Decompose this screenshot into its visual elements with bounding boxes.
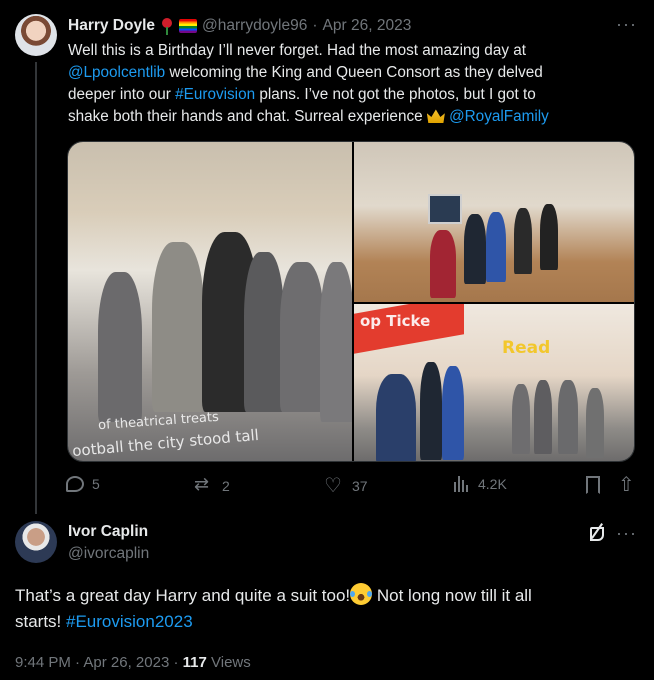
heart-icon [324,473,344,497]
tweet-meta: 9:44 PM · Apr 26, 2023 · 117 Views [15,654,251,671]
text-run: shake both their hands and chat. Surreal… [68,108,427,125]
photo-sign-text: op Ticke [360,312,431,330]
reply-button[interactable]: 5 [66,476,100,492]
avatar[interactable] [15,14,57,56]
photo-royal-visit[interactable] [354,142,634,302]
photo-person [420,362,442,460]
photo-group-portrait[interactable]: of theatrical treats ootball the city st… [68,142,352,461]
thread-connector-line [35,62,37,514]
text-line: @Lpoolcentlib welcoming the King and Que… [68,62,638,84]
photo-library-reading[interactable]: op Ticke Read [354,304,634,461]
text-run: Well this is a Birthday I’ll never forge… [68,42,526,59]
joy-emoji-icon [350,583,373,605]
separator-dot: · [173,654,179,671]
text-run: deeper into our [68,86,176,103]
photo-person [586,388,604,458]
bookmark-button[interactable] [586,476,600,494]
photo-person [512,384,530,454]
hashtag-link[interactable]: #Eurovision [175,86,255,103]
text-run: plans. I’ve not got the photos, but I go… [255,86,536,103]
hashtag-link[interactable]: #Eurovision2023 [66,612,193,631]
photo-person [376,374,416,461]
tweet-harry-doyle[interactable]: Harry Doyle @harrydoyle96 · Apr 26, 2023… [0,0,654,514]
photo-sign-text: Read [502,338,551,358]
mention-link[interactable]: @Lpoolcentlib [68,64,165,81]
repost-icon [194,474,214,496]
crown-emoji-icon [426,109,445,123]
text-line: Well this is a Birthday I’ll never forge… [68,40,638,62]
mention-link[interactable]: @RoyalFamily [449,108,549,125]
photo-person [320,262,352,422]
author-name[interactable]: Ivor Caplin [68,523,148,541]
share-icon [617,472,637,496]
tweet-date[interactable]: Apr 26, 2023 [83,654,169,671]
photo-person [486,212,506,282]
tweet-actions: 5 2 37 4.2K [66,472,637,498]
photo-person [464,214,486,284]
reply-count: 5 [92,476,100,492]
text-line: deeper into our #Eurovision plans. I’ve … [68,84,638,106]
author-handle[interactable]: @ivorcaplin [68,545,149,563]
tweet-time[interactable]: 9:44 PM [15,654,71,671]
photo-person [442,366,464,460]
photo-person [514,208,532,274]
like-button[interactable]: 37 [324,473,368,497]
photo-screen [428,194,462,224]
text-line: starts! #Eurovision2023 [15,609,640,635]
bar-chart-icon [454,476,470,492]
bookmark-icon [586,476,600,494]
photo-person [558,380,578,454]
photo-person [244,252,284,412]
tweet-date[interactable]: Apr 26, 2023 [323,17,412,35]
rainbow-flag-emoji-icon [179,19,198,33]
text-run: welcoming the King and Queen Consort as … [165,64,543,81]
text-line: shake both their hands and chat. Surreal… [68,106,638,128]
photo-person [98,272,142,422]
views-button[interactable]: 4.2K [454,476,507,492]
photo-person [430,230,456,298]
share-button[interactable] [617,472,637,496]
rose-emoji-icon [160,17,174,35]
views-count: 4.2K [478,476,507,492]
more-options-icon[interactable]: ··· [616,523,637,544]
photo-person [280,262,324,412]
text-run: Not long now till it all [372,586,532,605]
separator-dot: · [312,17,318,34]
repost-button[interactable]: 2 [194,474,230,496]
text-line: That’s a great day Harry and quite a sui… [15,583,640,609]
avatar[interactable] [15,521,57,563]
reply-tweet-text: That’s a great day Harry and quite a sui… [15,583,640,635]
author-handle[interactable]: @harrydoyle96 [202,17,307,35]
grok-icon[interactable] [588,522,606,541]
views-label: Views [211,654,251,671]
tweet-header: Harry Doyle @harrydoyle96 · Apr 26, 2023 [68,15,411,37]
like-count: 37 [352,478,368,494]
views-count: 117 [182,654,207,671]
media-grid[interactable]: of theatrical treats ootball the city st… [67,141,635,462]
author-name[interactable]: Harry Doyle [68,17,155,35]
repost-count: 2 [222,478,230,494]
photo-person [534,380,552,454]
text-run: starts! [15,612,67,631]
more-options-icon[interactable]: ··· [616,14,637,35]
reply-icon [66,476,84,492]
separator-dot: · [75,654,81,671]
tweet-text: Well this is a Birthday I’ll never forge… [68,40,638,128]
text-run: That’s a great day Harry and quite a sui… [15,586,351,605]
photo-person [540,204,558,270]
photo-person [152,242,204,412]
